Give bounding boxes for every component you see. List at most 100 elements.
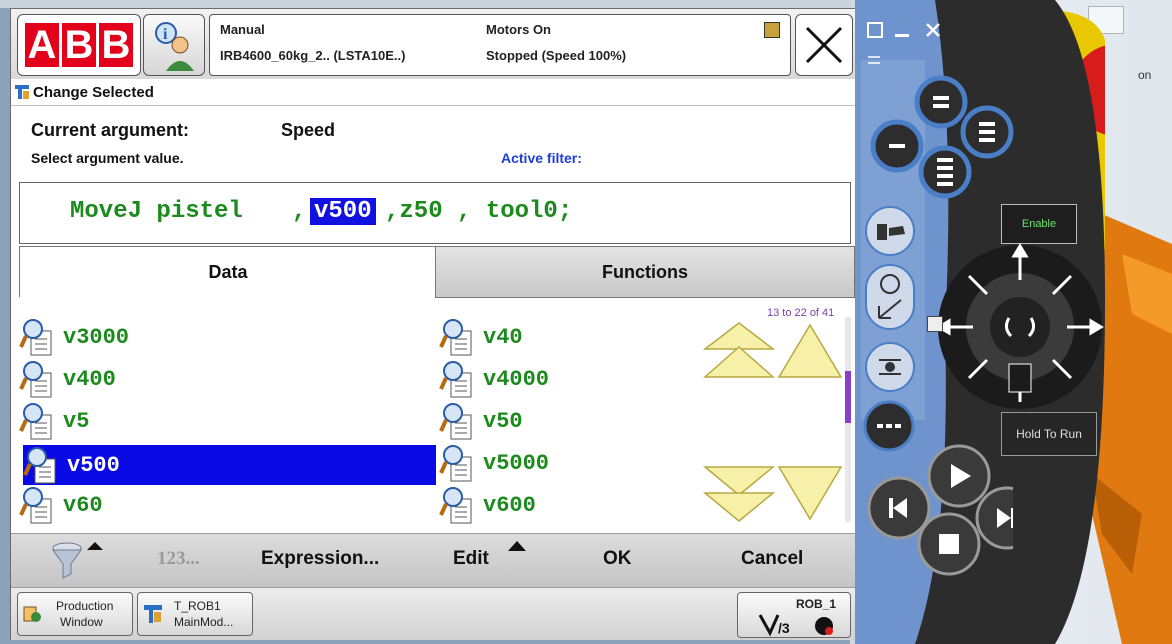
data-icon <box>19 485 59 525</box>
list-item[interactable]: v5000 <box>439 443 699 483</box>
list-range: 13 to 22 of 41 <box>767 307 835 319</box>
desktop-icon-label: on <box>1138 68 1152 82</box>
task-label-line2: MainMod... <box>174 615 234 629</box>
current-argument-label: Current argument: <box>31 120 190 140</box>
controller-name: IRB4600_60kg_2.. (LSTA10E..) <box>220 48 406 63</box>
list-item-label: v3000 <box>63 324 130 350</box>
joystick[interactable] <box>925 232 1115 422</box>
argument-info: Current argument: Speed Select argument … <box>11 106 855 176</box>
mech-unit-key-3[interactable] <box>960 105 1014 159</box>
data-list: 13 to 22 of 41 v3000 v400 v5 v500 v60 v4… <box>19 299 855 529</box>
program-state: Stopped (Speed 100%) <box>486 48 627 63</box>
list-item-label: v50 <box>483 408 523 434</box>
list-item[interactable]: v5 <box>19 401 429 441</box>
toggle-motion-mode-button[interactable] <box>863 262 917 332</box>
data-icon <box>439 401 479 441</box>
page-up-button[interactable] <box>703 321 775 381</box>
toggle-increment-button[interactable] <box>863 340 917 394</box>
argument-separator: , <box>292 198 307 225</box>
abb-menu-button[interactable]: A B B <box>17 14 141 76</box>
flexpendant-screen: A B B i Manual IRB4600_60kg_2.. (LSTA10E… <box>10 8 856 640</box>
list-item[interactable]: v3000 <box>19 317 429 357</box>
data-icon <box>19 317 59 357</box>
list-item[interactable]: v50 <box>439 401 699 441</box>
list-item-label: v5 <box>63 408 90 434</box>
ok-button[interactable]: OK <box>603 548 632 570</box>
list-item-label: v400 <box>63 366 116 392</box>
command-bar: 123... Expression... Edit OK Cancel <box>11 533 855 588</box>
scrollbar-thumb[interactable] <box>845 371 851 423</box>
list-item[interactable]: v40 <box>439 317 699 357</box>
numeric-button: 123... <box>157 548 200 569</box>
expression-button[interactable]: Expression... <box>261 548 379 570</box>
data-icon <box>439 359 479 399</box>
svg-text:i: i <box>163 26 168 43</box>
operator-info-icon: i <box>155 22 194 71</box>
swap-icon[interactable] <box>867 54 881 66</box>
list-item[interactable]: v400 <box>19 359 429 399</box>
svg-text:/3: /3 <box>778 620 790 636</box>
step-backward-button[interactable] <box>867 476 931 540</box>
cancel-button[interactable]: Cancel <box>741 548 803 570</box>
taskbar: Production Window T_ROB1 MainMod... ROB_… <box>11 587 855 640</box>
status-box: Manual IRB4600_60kg_2.. (LSTA10E..) Moto… <box>209 14 791 76</box>
event-log-button[interactable]: i <box>143 14 205 76</box>
mechanical-unit-label: ROB_1 <box>796 597 837 611</box>
stop-button[interactable] <box>917 512 981 576</box>
view-title: Change Selected <box>33 84 154 101</box>
scroll-down-button[interactable] <box>775 463 845 523</box>
list-item-label: v500 <box>67 452 120 478</box>
mech-unit-key-2[interactable] <box>870 119 924 173</box>
production-label-line2: Window <box>60 615 103 629</box>
data-icon <box>19 401 59 441</box>
tab-data[interactable]: Data <box>19 246 437 297</box>
chevron-up-icon <box>508 541 526 551</box>
list-item[interactable]: v60 <box>19 485 429 525</box>
filter-icon[interactable] <box>43 538 107 582</box>
program-editor-task-button[interactable]: T_ROB1 MainMod... <box>137 592 253 636</box>
list-item-label: v4000 <box>483 366 550 392</box>
list-item[interactable]: v4000 <box>439 359 699 399</box>
start-button[interactable] <box>927 444 991 508</box>
list-item[interactable]: v600 <box>439 485 699 525</box>
instruction-text-start: MoveJ pistel <box>70 198 243 225</box>
list-item-label: v5000 <box>483 450 550 476</box>
current-argument-value: Speed <box>281 120 336 140</box>
data-icon <box>19 359 59 399</box>
program-editor-icon <box>15 85 29 99</box>
active-filter-label: Active filter: <box>501 150 582 166</box>
production-icon <box>23 606 41 622</box>
quickset-button[interactable]: ROB_1 /3 <box>737 592 851 638</box>
data-icon <box>439 317 479 357</box>
list-item-label: v40 <box>483 324 523 350</box>
quickset-icon: /3 <box>758 614 833 637</box>
instruction-line: MoveJ pistel , v500 ,z50 , tool0; <box>19 182 851 244</box>
joystick-marker <box>927 316 943 332</box>
tab-functions[interactable]: Functions <box>435 246 855 298</box>
list-item-label: v600 <box>483 492 536 518</box>
close-icon <box>805 26 843 64</box>
select-mech-unit-button[interactable] <box>863 204 917 258</box>
hold-to-run-label: Hold To Run <box>1016 427 1082 441</box>
tab-bar: Data Functions <box>19 246 855 298</box>
close-button[interactable] <box>795 14 853 76</box>
mech-unit-key-4[interactable] <box>918 145 972 199</box>
abb-logo: A B B <box>25 23 133 67</box>
window-restore-button[interactable] <box>867 22 883 38</box>
window-minimize-button[interactable] <box>895 34 909 37</box>
list-item-selected[interactable]: v500 <box>23 445 436 485</box>
window-close-icon[interactable] <box>925 22 941 38</box>
motors-state: Motors On <box>486 22 551 37</box>
production-window-button[interactable]: Production Window <box>17 592 133 636</box>
mech-unit-key-1[interactable] <box>914 75 968 129</box>
edit-menu-button[interactable]: Edit <box>453 548 489 570</box>
instruction-text: Select argument value. <box>31 150 184 166</box>
speed-icon <box>764 22 780 38</box>
hold-to-run-button[interactable]: Hold To Run <box>1001 412 1097 456</box>
instruction-text-end: ,z50 , tool0; <box>385 198 573 225</box>
program-run-keys <box>867 444 1013 576</box>
scroll-up-button[interactable] <box>775 321 845 381</box>
page-down-button[interactable] <box>703 463 775 523</box>
selected-argument[interactable]: v500 <box>310 198 376 225</box>
task-label-line1: T_ROB1 <box>174 599 221 613</box>
